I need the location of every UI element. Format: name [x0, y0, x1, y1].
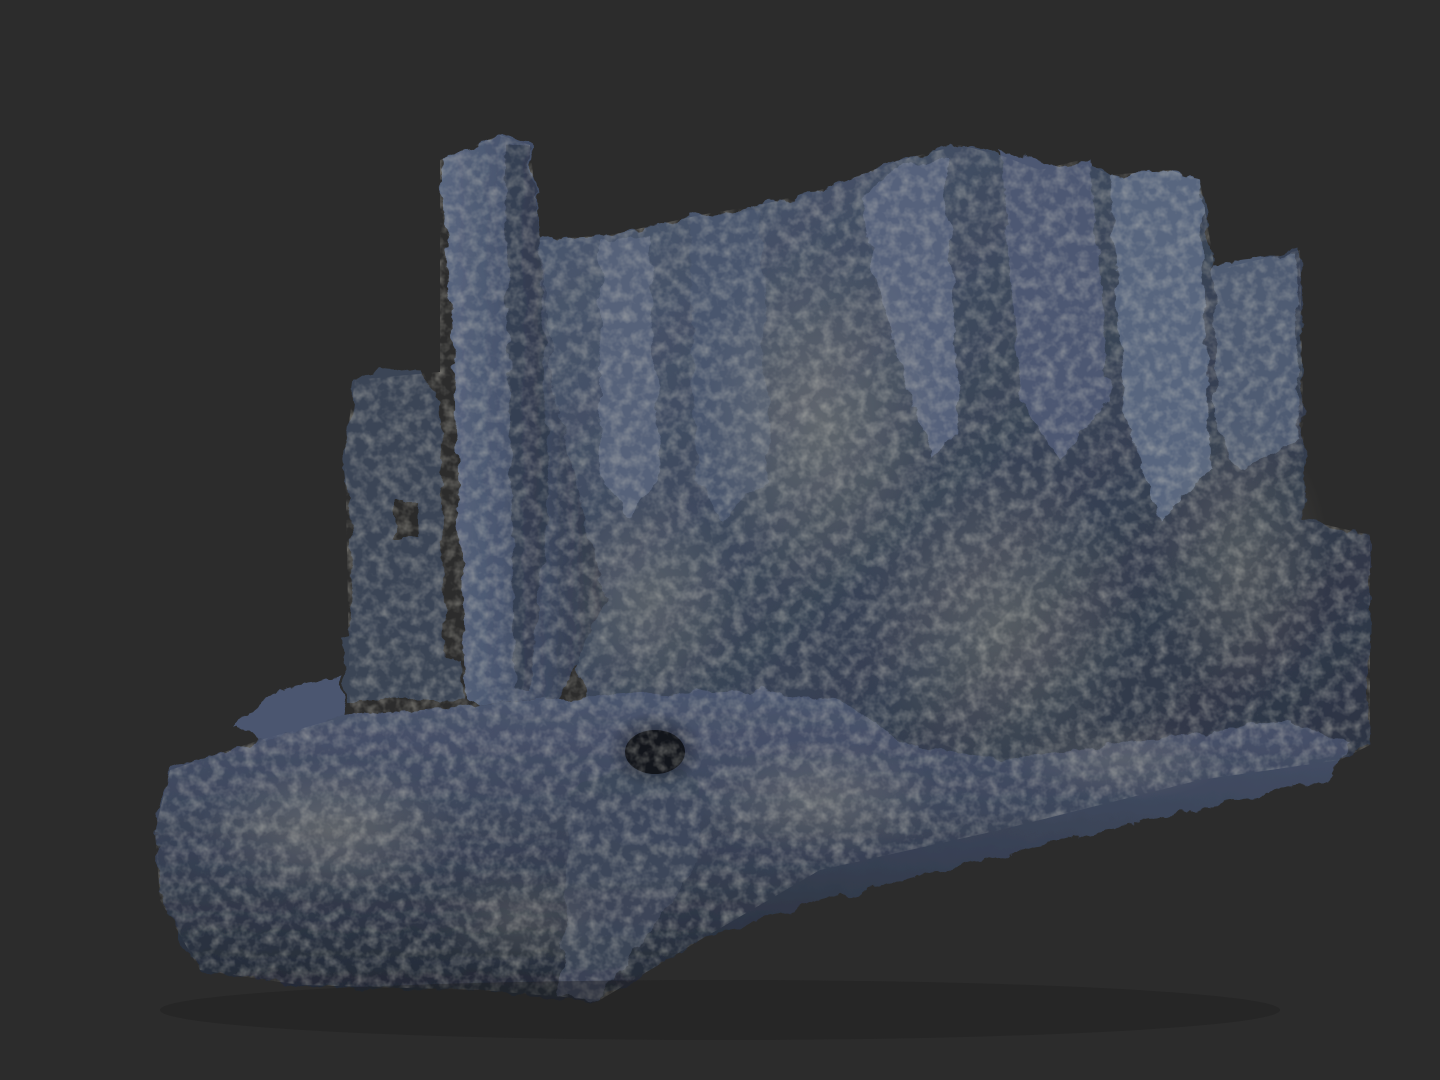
- rock-ruin-render: [155, 135, 1370, 1040]
- surface-texture: [155, 135, 1370, 1000]
- ground-shadow: [160, 980, 1280, 1040]
- 3d-viewport[interactable]: [0, 0, 1440, 1080]
